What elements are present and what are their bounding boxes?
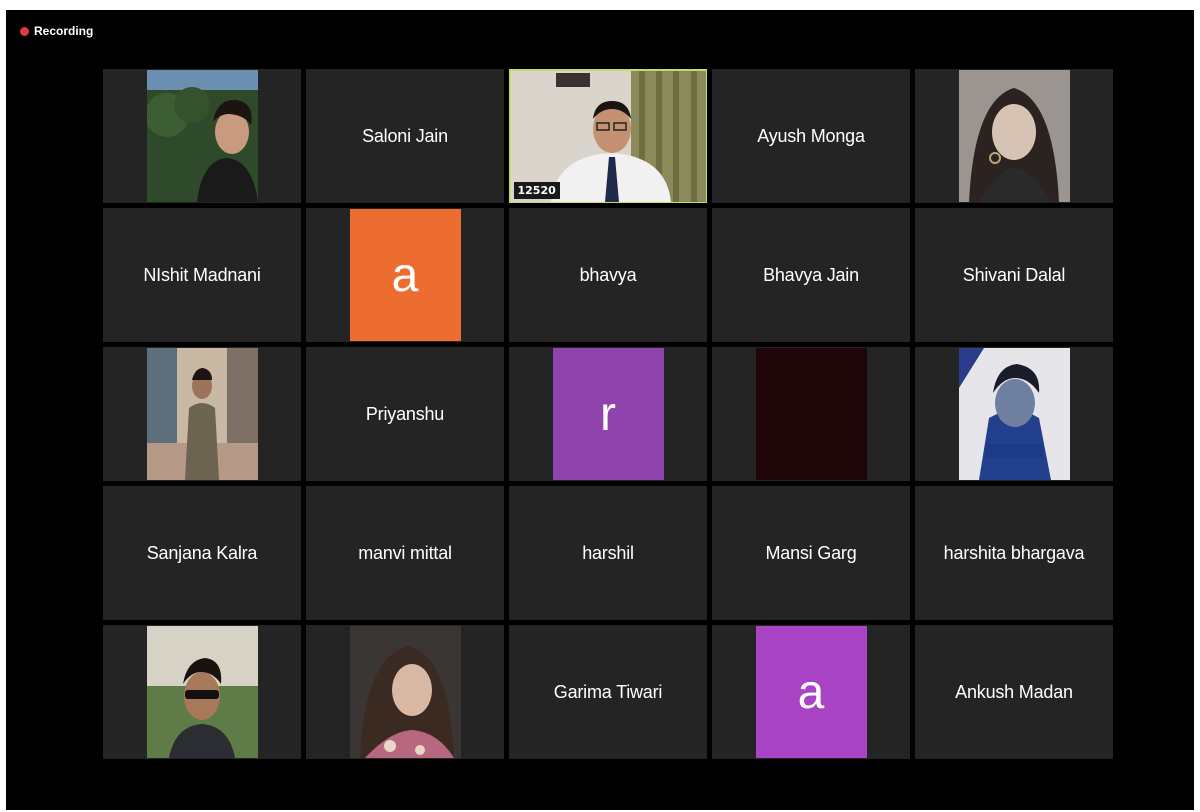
avatar-initial: a <box>349 209 461 341</box>
participant-photo <box>146 70 258 202</box>
active-speaker-tile[interactable]: 12520 <box>509 69 707 203</box>
participant-tile[interactable]: Mansi Garg <box>712 486 910 620</box>
participant-name: Saloni Jain <box>362 125 448 146</box>
participant-tile[interactable]: Ankush Madan <box>915 625 1113 759</box>
meeting-window: Recording Saloni Jain 12520 Ayush Monga … <box>6 10 1194 810</box>
participant-name: Priyanshu <box>365 403 445 424</box>
participant-photo <box>146 348 258 480</box>
participant-name: Ankush Madan <box>955 681 1073 702</box>
video-badge: 12520 <box>513 181 560 199</box>
participant-tile[interactable] <box>306 625 504 759</box>
participant-tile[interactable]: Priyanshu <box>306 347 504 481</box>
participant-tile[interactable] <box>712 347 910 481</box>
participant-name: Ayush Monga <box>757 125 865 146</box>
participant-name: Shivani Dalal <box>962 264 1066 285</box>
participant-video: 12520 <box>510 70 706 202</box>
avatar-initial: r <box>552 348 664 480</box>
participant-name: Mansi Garg <box>765 542 857 563</box>
participant-tile[interactable]: Ayush Monga <box>712 69 910 203</box>
participant-name: harshita bhargava <box>943 542 1085 563</box>
participant-tile[interactable]: bhavya <box>509 208 707 342</box>
participant-tile[interactable]: a <box>712 625 910 759</box>
participant-tile[interactable]: harshita bhargava <box>915 486 1113 620</box>
participant-photo <box>755 348 867 480</box>
participant-tile[interactable]: Saloni Jain <box>306 69 504 203</box>
participant-tile[interactable] <box>915 347 1113 481</box>
participant-tile[interactable]: Sanjana Kalra <box>103 486 301 620</box>
participant-tile[interactable] <box>103 69 301 203</box>
participant-tile[interactable]: Bhavya Jain <box>712 208 910 342</box>
participant-name: Bhavya Jain <box>763 264 859 285</box>
participant-tile[interactable]: manvi mittal <box>306 486 504 620</box>
participant-tile[interactable]: Shivani Dalal <box>915 208 1113 342</box>
participant-tile[interactable] <box>103 347 301 481</box>
participant-name: harshil <box>582 542 634 563</box>
recording-indicator[interactable]: Recording <box>20 24 93 38</box>
recording-dot-icon <box>20 26 29 36</box>
participant-tile[interactable]: harshil <box>509 486 707 620</box>
participant-tile[interactable]: a <box>306 208 504 342</box>
participant-name: NIshit Madnani <box>143 264 261 285</box>
participant-name: bhavya <box>579 264 637 285</box>
participant-name: Sanjana Kalra <box>146 542 258 563</box>
participant-photo <box>958 70 1070 202</box>
participant-name: manvi mittal <box>358 542 452 563</box>
participant-gallery: Saloni Jain 12520 Ayush Monga NIshit Mad… <box>103 69 1113 759</box>
participant-tile[interactable] <box>915 69 1113 203</box>
participant-name: Garima Tiwari <box>553 681 663 702</box>
participant-photo <box>146 626 258 758</box>
participant-tile[interactable]: r <box>509 347 707 481</box>
participant-tile[interactable]: Garima Tiwari <box>509 625 707 759</box>
recording-label: Recording <box>34 24 94 38</box>
participant-tile[interactable]: NIshit Madnani <box>103 208 301 342</box>
participant-photo <box>349 626 461 758</box>
participant-photo <box>958 348 1070 480</box>
participant-tile[interactable] <box>103 625 301 759</box>
avatar-initial: a <box>755 626 867 758</box>
